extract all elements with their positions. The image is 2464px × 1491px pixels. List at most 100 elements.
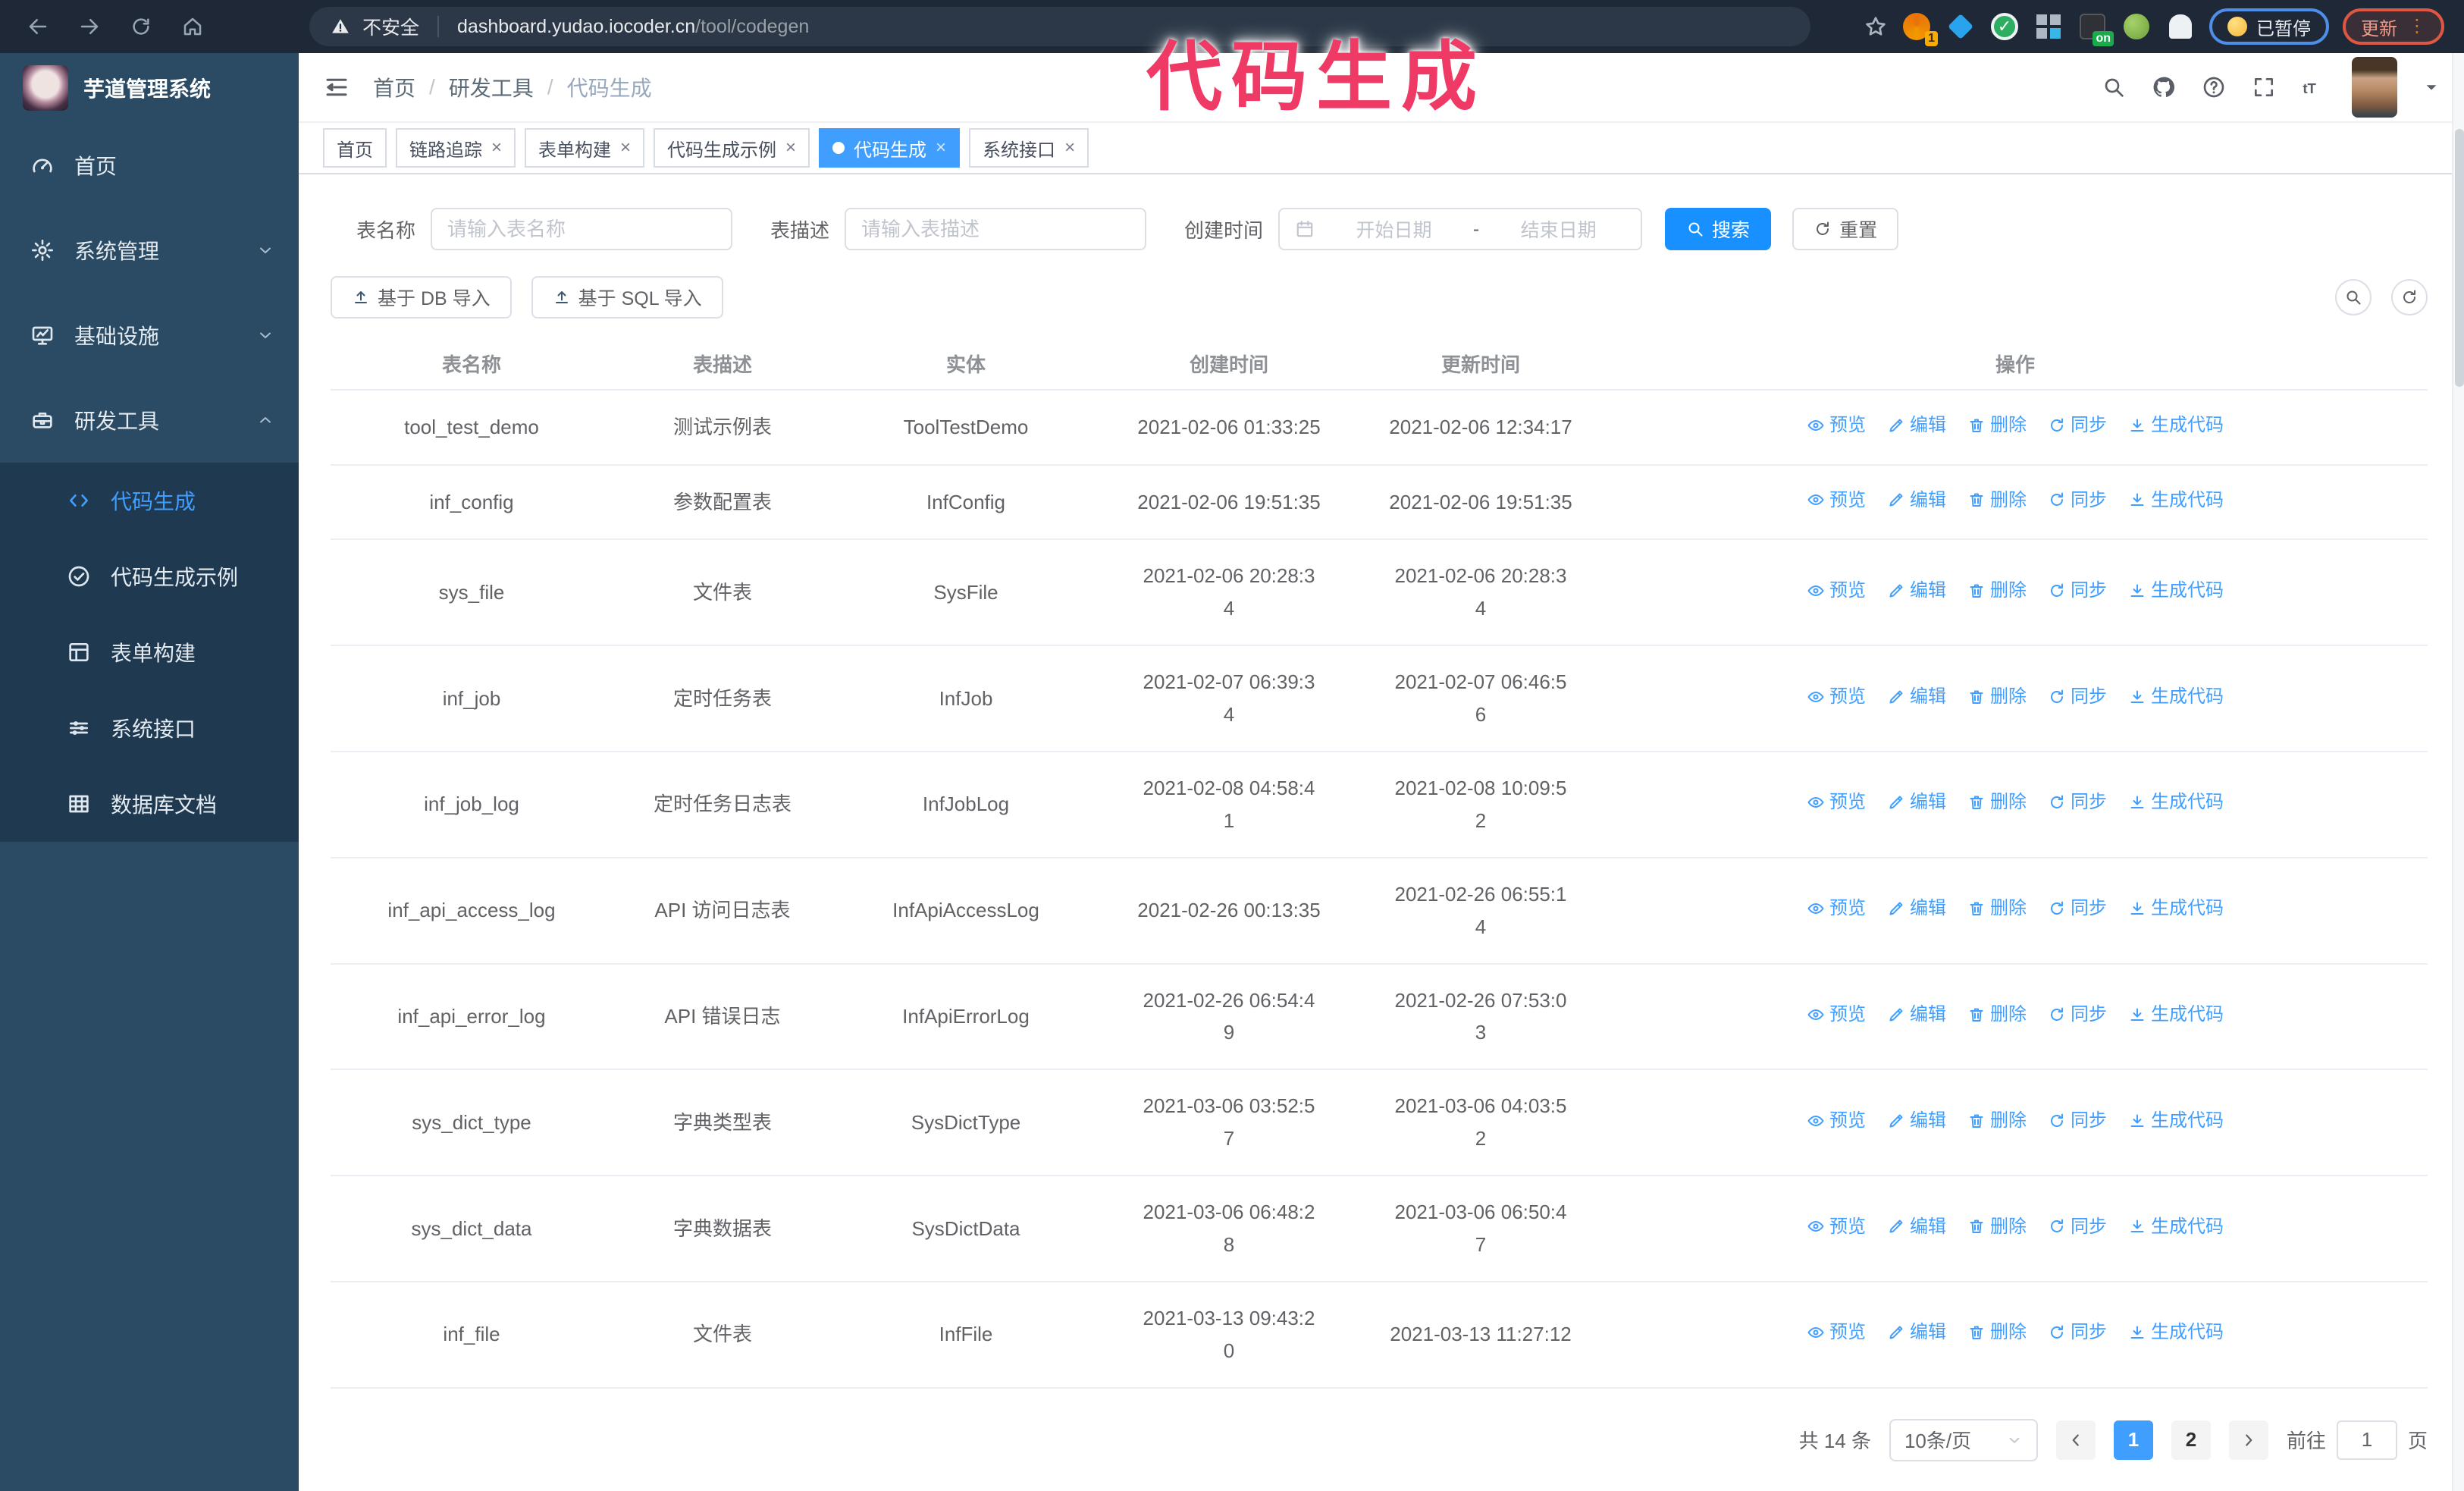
- extension-icon-white-ghost[interactable]: [2165, 11, 2196, 42]
- preview-link[interactable]: 预览: [1807, 1000, 1866, 1030]
- tab-form-builder[interactable]: 表单构建 ×: [525, 128, 645, 168]
- page-scrollbar[interactable]: [2452, 53, 2464, 1491]
- bookmark-star-icon[interactable]: [1864, 14, 1888, 39]
- sync-link[interactable]: 同步: [2048, 1106, 2107, 1136]
- extension-icon-green-animal[interactable]: [2121, 11, 2152, 42]
- app-logo-row[interactable]: 芋道管理系统: [0, 53, 299, 123]
- edit-link[interactable]: 编辑: [1887, 893, 1946, 924]
- update-button[interactable]: 更新 ⋮: [2343, 8, 2444, 45]
- preview-link[interactable]: 预览: [1807, 893, 1866, 924]
- preview-link[interactable]: 预览: [1807, 682, 1866, 712]
- preview-link[interactable]: 预览: [1807, 787, 1866, 818]
- extension-icon-dark-on[interactable]: on: [2077, 11, 2114, 46]
- generate-link[interactable]: 生成代码: [2128, 787, 2224, 818]
- breadcrumb-item[interactable]: 首页: [373, 72, 415, 102]
- generate-link[interactable]: 生成代码: [2128, 682, 2224, 712]
- paused-badge[interactable]: 已暂停: [2209, 8, 2329, 45]
- tab-codegen[interactable]: 代码生成 ×: [819, 128, 961, 168]
- sync-link[interactable]: 同步: [2048, 787, 2107, 818]
- edit-link[interactable]: 编辑: [1887, 1212, 1946, 1242]
- extension-icon-orange[interactable]: 1: [1901, 11, 1938, 46]
- fullscreen-icon[interactable]: [2252, 75, 2276, 99]
- import-sql-button[interactable]: 基于 SQL 导入: [531, 276, 723, 319]
- edit-link[interactable]: 编辑: [1887, 576, 1946, 606]
- browser-forward-icon[interactable]: [70, 7, 109, 46]
- delete-link[interactable]: 删除: [1967, 1317, 2027, 1348]
- import-db-button[interactable]: 基于 DB 导入: [331, 276, 512, 319]
- delete-link[interactable]: 删除: [1967, 485, 2027, 516]
- edit-link[interactable]: 编辑: [1887, 1000, 1946, 1030]
- extension-icon-green-check[interactable]: ✓: [1989, 11, 2020, 42]
- browser-home-icon[interactable]: [173, 7, 212, 46]
- github-icon[interactable]: [2152, 75, 2176, 99]
- user-avatar[interactable]: [2352, 57, 2397, 118]
- delete-link[interactable]: 删除: [1967, 1000, 2027, 1030]
- sync-link[interactable]: 同步: [2048, 1317, 2107, 1348]
- toggle-search-icon[interactable]: [2335, 279, 2372, 315]
- prev-page-button[interactable]: [2055, 1420, 2096, 1460]
- delete-link[interactable]: 删除: [1967, 787, 2027, 818]
- browser-reload-icon[interactable]: [121, 7, 161, 46]
- tab-close-icon[interactable]: ×: [620, 139, 631, 157]
- sidebar-fold-icon[interactable]: [323, 74, 350, 101]
- page-size-select[interactable]: 10条/页: [1889, 1418, 2038, 1461]
- browser-back-icon[interactable]: [18, 7, 58, 46]
- delete-link[interactable]: 删除: [1967, 1106, 2027, 1136]
- refresh-table-icon[interactable]: [2391, 279, 2428, 315]
- tab-close-icon[interactable]: ×: [785, 139, 796, 157]
- tab-system-api[interactable]: 系统接口 ×: [969, 128, 1089, 168]
- preview-link[interactable]: 预览: [1807, 1212, 1866, 1242]
- avatar-caret-down-icon[interactable]: [2423, 79, 2440, 96]
- goto-page-input[interactable]: [2336, 1420, 2397, 1460]
- sidebar-subitem-db-doc[interactable]: 数据库文档: [0, 766, 299, 842]
- reset-button[interactable]: 重置: [1792, 208, 1899, 250]
- table-name-input[interactable]: [431, 208, 733, 250]
- sidebar-item-infra[interactable]: 基础设施: [0, 293, 299, 378]
- preview-link[interactable]: 预览: [1807, 576, 1866, 606]
- help-icon[interactable]: [2202, 75, 2226, 99]
- preview-link[interactable]: 预览: [1807, 1106, 1866, 1136]
- extension-icon-grid[interactable]: [2033, 11, 2064, 42]
- sidebar-item-system[interactable]: 系统管理: [0, 208, 299, 293]
- sidebar-subitem-system-api[interactable]: 系统接口: [0, 690, 299, 766]
- sync-link[interactable]: 同步: [2048, 1212, 2107, 1242]
- edit-link[interactable]: 编辑: [1887, 787, 1946, 818]
- preview-link[interactable]: 预览: [1807, 410, 1866, 441]
- delete-link[interactable]: 删除: [1967, 682, 2027, 712]
- sync-link[interactable]: 同步: [2048, 1000, 2107, 1030]
- tab-close-icon[interactable]: ×: [1064, 139, 1075, 157]
- tab-home[interactable]: 首页: [323, 128, 387, 168]
- sidebar-subitem-codegen[interactable]: 代码生成: [0, 463, 299, 538]
- edit-link[interactable]: 编辑: [1887, 682, 1946, 712]
- table-desc-input[interactable]: [845, 208, 1147, 250]
- edit-link[interactable]: 编辑: [1887, 1106, 1946, 1136]
- preview-link[interactable]: 预览: [1807, 485, 1866, 516]
- scrollbar-thumb[interactable]: [2455, 129, 2464, 387]
- sync-link[interactable]: 同步: [2048, 410, 2107, 441]
- next-page-button[interactable]: [2228, 1420, 2268, 1460]
- address-bar[interactable]: 不安全 dashboard.yudao.iocoder.cn/tool/code…: [309, 7, 1810, 46]
- preview-link[interactable]: 预览: [1807, 1317, 1866, 1348]
- breadcrumb-item[interactable]: 研发工具: [449, 72, 534, 102]
- generate-link[interactable]: 生成代码: [2128, 1000, 2224, 1030]
- generate-link[interactable]: 生成代码: [2128, 485, 2224, 516]
- tab-close-icon[interactable]: ×: [491, 139, 502, 157]
- edit-link[interactable]: 编辑: [1887, 410, 1946, 441]
- generate-link[interactable]: 生成代码: [2128, 1317, 2224, 1348]
- sidebar-item-home[interactable]: 首页: [0, 123, 299, 208]
- edit-link[interactable]: 编辑: [1887, 485, 1946, 516]
- generate-link[interactable]: 生成代码: [2128, 1212, 2224, 1242]
- sync-link[interactable]: 同步: [2048, 682, 2107, 712]
- delete-link[interactable]: 删除: [1967, 893, 2027, 924]
- sync-link[interactable]: 同步: [2048, 893, 2107, 924]
- sync-link[interactable]: 同步: [2048, 576, 2107, 606]
- search-icon[interactable]: [2102, 75, 2126, 99]
- generate-link[interactable]: 生成代码: [2128, 1106, 2224, 1136]
- extension-icon-blue-gem[interactable]: [1945, 11, 1976, 42]
- page-button-1[interactable]: 1: [2113, 1420, 2153, 1460]
- sidebar-subitem-form-builder[interactable]: 表单构建: [0, 614, 299, 690]
- generate-link[interactable]: 生成代码: [2128, 893, 2224, 924]
- edit-link[interactable]: 编辑: [1887, 1317, 1946, 1348]
- sidebar-item-devtools[interactable]: 研发工具: [0, 378, 299, 463]
- tab-trace[interactable]: 链路追踪 ×: [396, 128, 516, 168]
